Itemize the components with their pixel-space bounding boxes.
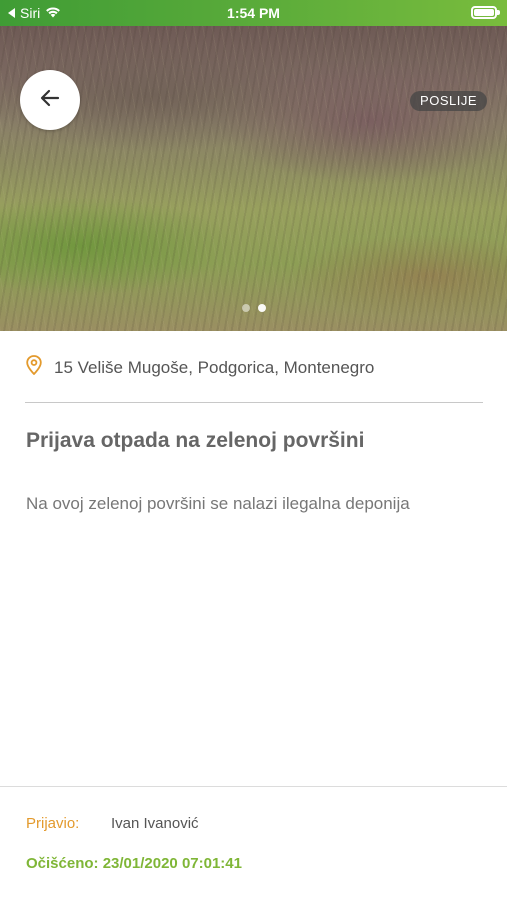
photo-badge: POSLIJE — [410, 91, 487, 111]
back-button[interactable] — [20, 70, 80, 130]
photo-pager[interactable] — [0, 304, 507, 312]
cleaned-label: Očišćeno: — [26, 855, 99, 872]
reporter-row: Prijavio: Ivan Ivanović — [26, 815, 199, 832]
reporter-name: Ivan Ivanović — [111, 815, 199, 832]
divider — [25, 402, 483, 403]
footer-divider — [0, 786, 507, 787]
report-description: Na ovoj zelenoj površini se nalazi ilega… — [26, 494, 410, 513]
photo-texture — [0, 26, 507, 331]
arrow-left-icon — [38, 86, 62, 115]
battery-icon — [471, 6, 500, 19]
location-text: 15 Veliše Mugoše, Podgorica, Montenegro — [54, 357, 375, 377]
status-bar: Siri 1:54 PM — [0, 0, 507, 26]
pager-dot-active[interactable] — [257, 304, 266, 312]
status-time: 1:54 PM — [227, 5, 280, 21]
cleaned-date: 23/01/2020 07:01:41 — [102, 855, 242, 872]
report-title: Prijava otpada na zelenoj površini — [26, 429, 365, 452]
pager-dot[interactable] — [241, 304, 250, 312]
location-pin-icon — [26, 355, 42, 380]
reporter-label: Prijavio: — [26, 815, 80, 832]
report-photo[interactable]: POSLIJE — [0, 26, 507, 331]
location-row: 15 Veliše Mugoše, Podgorica, Montenegro — [26, 355, 374, 380]
cleaned-row: Očišćeno: 23/01/2020 07:01:41 — [26, 855, 242, 872]
